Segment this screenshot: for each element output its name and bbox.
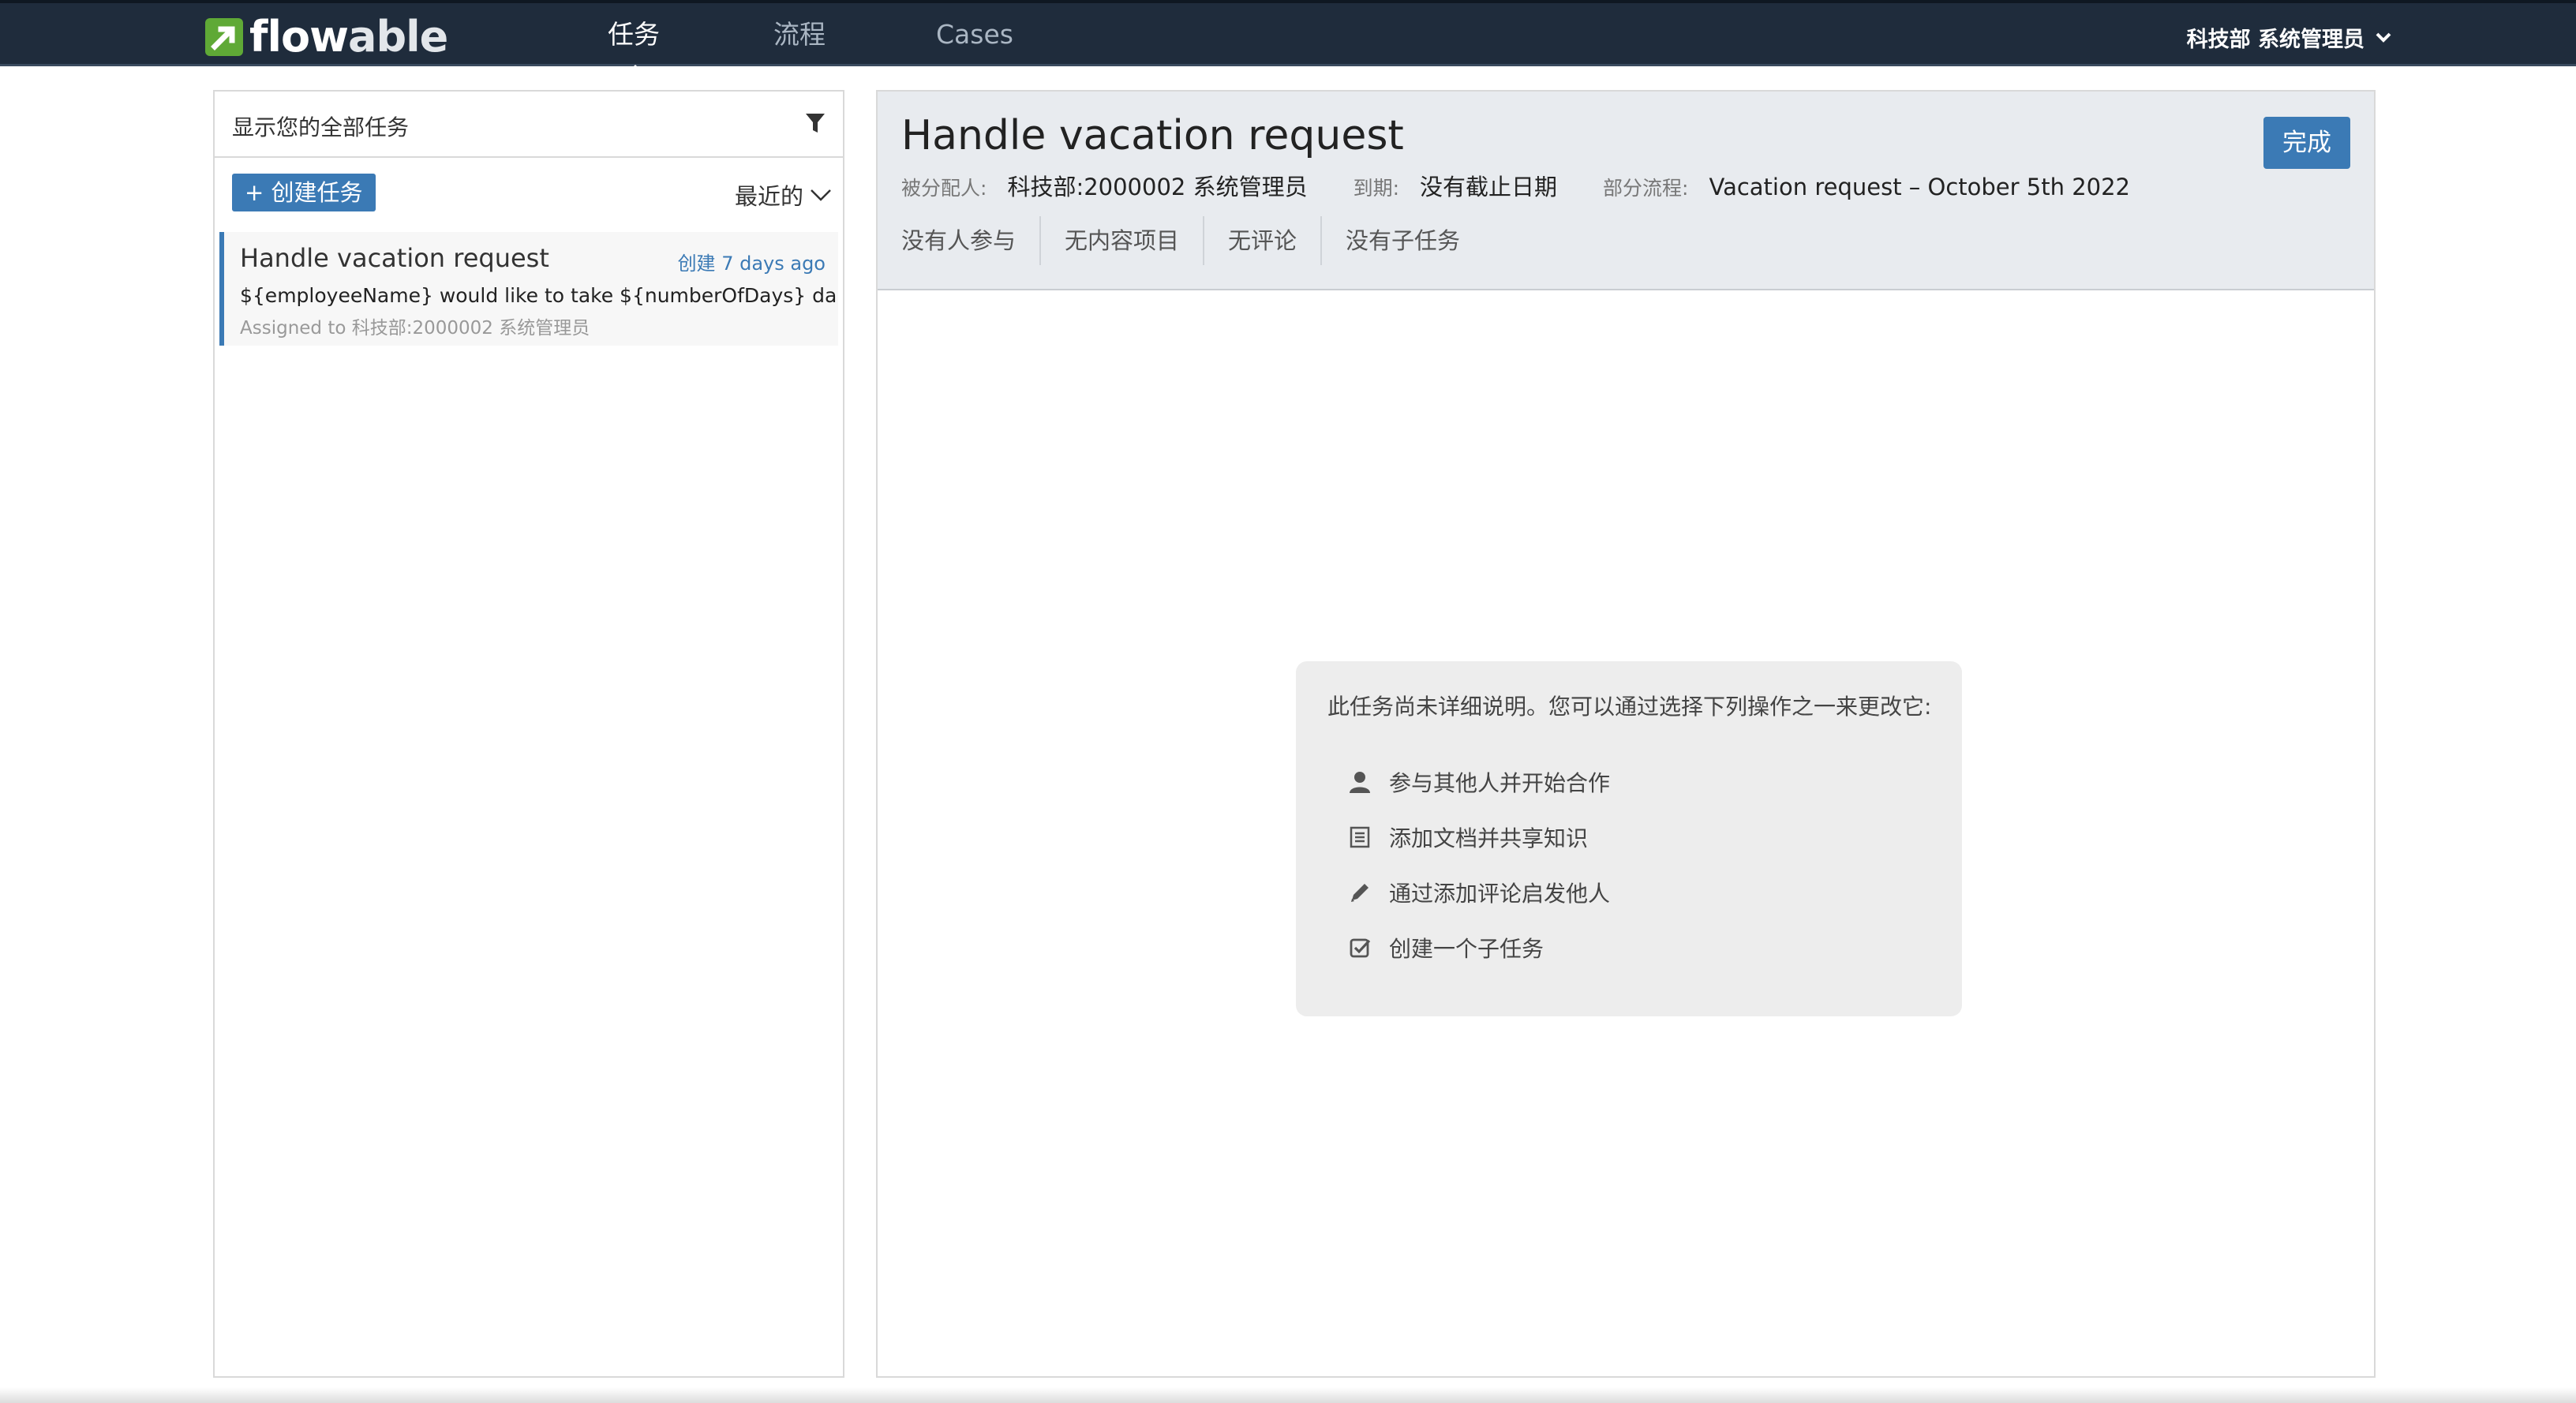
- sort-dropdown[interactable]: 最近的: [735, 178, 832, 211]
- process-label: 部分流程:: [1603, 177, 1689, 200]
- task-list-panel: 显示您的全部任务 + 创建任务 最近的 Handle vacation requ…: [213, 90, 844, 1378]
- task-detail-header: Handle vacation request 完成 被分配人: 科技部:200…: [878, 92, 2374, 290]
- window-bottom-edge: [0, 1387, 2576, 1403]
- involve-people-action[interactable]: 参与其他人并开始合作: [1348, 754, 1610, 810]
- checkbox-icon: [1350, 938, 1371, 958]
- create-subtask-action[interactable]: 创建一个子任务: [1348, 920, 1610, 975]
- tab-subtasks[interactable]: 没有子任务: [1320, 216, 1484, 265]
- empty-state-actions: 参与其他人并开始合作 添加文档并共享知识 通过添加评论启发他人 创建一个子任务: [1348, 754, 1610, 975]
- task-description: ${employeeName} would like to take ${num…: [240, 284, 837, 307]
- empty-state-message: 此任务尚未详细说明。您可以通过选择下列操作之一来更改它:: [1327, 694, 1932, 720]
- task-title: Handle vacation request: [240, 243, 549, 273]
- nav-cases[interactable]: Cases: [936, 17, 1013, 52]
- page-title: Handle vacation request: [901, 112, 1404, 159]
- task-assignee: Assigned to 科技部:2000002 系统管理员: [240, 318, 590, 339]
- chevron-down-icon: [811, 189, 831, 201]
- action-label: 参与其他人并开始合作: [1389, 770, 1611, 796]
- complete-button[interactable]: 完成: [2263, 117, 2350, 169]
- flowable-logo-icon: [205, 18, 243, 56]
- active-nav-indicator: [625, 65, 646, 75]
- document-icon: [1350, 826, 1370, 848]
- list-item[interactable]: Handle vacation request 创建 7 days ago ${…: [219, 232, 838, 346]
- task-meta: 被分配人: 科技部:2000002 系统管理员 到期: 没有截止日期 部分流程:…: [901, 169, 2176, 202]
- add-comment-action[interactable]: 通过添加评论启发他人: [1348, 865, 1610, 920]
- detail-tabs: 没有人参与 无内容项目 无评论 没有子任务: [901, 216, 1484, 265]
- assignee-label: 被分配人:: [901, 177, 987, 200]
- nav-tasks[interactable]: 任务: [608, 17, 660, 52]
- assignee-value[interactable]: 科技部:2000002 系统管理员: [1007, 169, 1307, 202]
- due-label: 到期:: [1353, 177, 1400, 200]
- action-label: 创建一个子任务: [1389, 936, 1544, 962]
- task-created-time: 创建 7 days ago: [677, 253, 826, 275]
- flowable-logo[interactable]: flowable: [204, 12, 448, 62]
- nav-processes[interactable]: 流程: [773, 17, 826, 52]
- logo-text: flowable: [249, 12, 448, 62]
- action-label: 添加文档并共享知识: [1389, 825, 1589, 851]
- filter-icon[interactable]: [803, 110, 827, 136]
- action-label: 通过添加评论启发他人: [1389, 881, 1611, 907]
- user-menu[interactable]: 科技部 系统管理员: [2187, 22, 2393, 53]
- sort-label: 最近的: [734, 183, 803, 210]
- filter-bar[interactable]: 显示您的全部任务: [215, 92, 843, 158]
- top-navbar: flowable 任务 流程 Cases 科技部 系统管理员: [0, 0, 2576, 75]
- add-document-action[interactable]: 添加文档并共享知识: [1348, 810, 1610, 865]
- create-task-button[interactable]: + 创建任务: [232, 174, 376, 211]
- tab-content[interactable]: 无内容项目: [1039, 216, 1203, 265]
- user-name: 科技部 系统管理员: [2186, 28, 2364, 52]
- task-detail-panel: Handle vacation request 完成 被分配人: 科技部:200…: [876, 90, 2376, 1378]
- empty-state-card: 此任务尚未详细说明。您可以通过选择下列操作之一来更改它: 参与其他人并开始合作 …: [1296, 661, 1962, 1016]
- due-value[interactable]: 没有截止日期: [1420, 169, 1557, 202]
- filter-label: 显示您的全部任务: [232, 114, 410, 140]
- process-value[interactable]: Vacation request – October 5th 2022: [1709, 174, 2130, 200]
- tab-people[interactable]: 没有人参与: [901, 216, 1039, 265]
- chevron-down-icon: [2376, 32, 2391, 43]
- user-icon: [1350, 772, 1370, 793]
- tab-comments[interactable]: 无评论: [1203, 216, 1320, 265]
- pencil-icon: [1351, 884, 1368, 902]
